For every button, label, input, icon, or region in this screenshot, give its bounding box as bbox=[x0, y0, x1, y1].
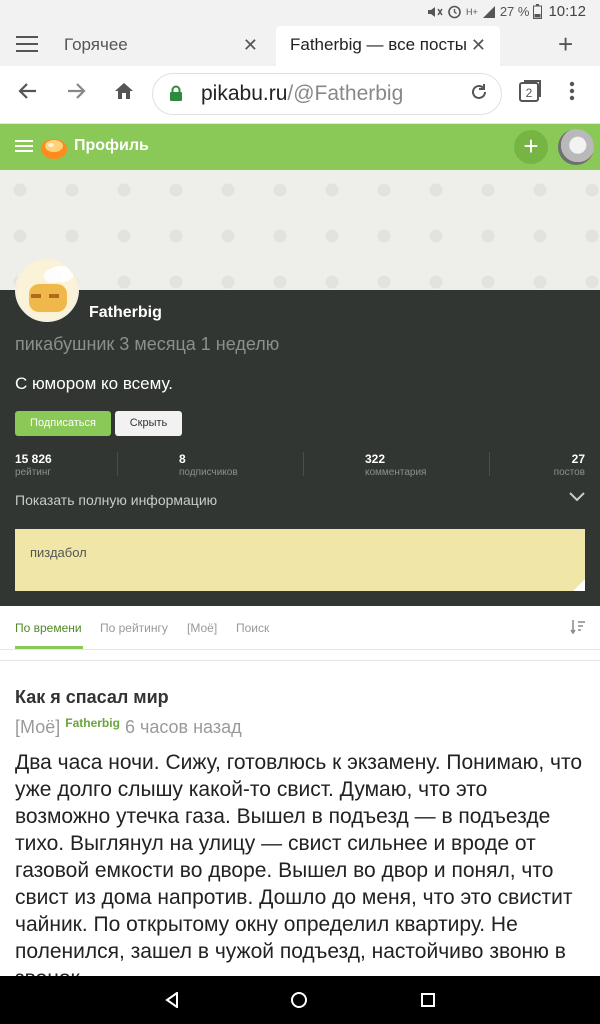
lock-icon bbox=[170, 85, 182, 101]
post-meta: [Моё] Fatherbig 6 часов назад bbox=[15, 716, 242, 738]
url-path: /@Fatherbig bbox=[287, 82, 404, 105]
alarm-icon bbox=[448, 5, 461, 19]
chevron-down-icon[interactable] bbox=[569, 492, 585, 502]
forward-arrow-icon[interactable] bbox=[62, 80, 90, 108]
site-header: Профиль + bbox=[0, 124, 600, 170]
active-sort-indicator bbox=[15, 646, 83, 649]
sort-bar: По времени По рейтингу [Моё] Поиск bbox=[0, 606, 600, 650]
stat-divider bbox=[489, 452, 490, 476]
stat-divider bbox=[117, 452, 118, 476]
sort-by-time[interactable]: По времени bbox=[15, 621, 82, 635]
hide-button[interactable]: Скрыть bbox=[115, 411, 182, 436]
browser-toolbar: pikabu.ru/@Fatherbig 2 bbox=[0, 66, 600, 124]
nav-recents-icon[interactable] bbox=[421, 993, 435, 1007]
close-icon[interactable]: ✕ bbox=[471, 26, 486, 64]
tab-strip: Горячее ✕ Fatherbig — все посты ✕ + bbox=[0, 24, 600, 66]
signal-icon bbox=[482, 5, 495, 18]
sort-search[interactable]: Поиск bbox=[236, 621, 269, 635]
pikabu-logo-icon[interactable] bbox=[40, 134, 68, 160]
overflow-menu-icon[interactable] bbox=[558, 80, 586, 108]
address-bar[interactable]: pikabu.ru/@Fatherbig bbox=[152, 73, 502, 115]
profile-since: пикабушник 3 месяца 1 неделю bbox=[15, 334, 280, 354]
reload-icon[interactable] bbox=[469, 82, 489, 108]
stat-comments: 322 комментария bbox=[365, 452, 426, 478]
status-bar: H+ 27 % 10:12 bbox=[0, 0, 600, 24]
header-title[interactable]: Профиль bbox=[74, 137, 149, 155]
post-tag-mine[interactable]: [Моё] bbox=[15, 717, 60, 737]
mute-icon bbox=[428, 6, 443, 17]
note-resize-corner bbox=[573, 579, 585, 591]
stat-value: 15 826 bbox=[15, 452, 52, 466]
stat-label: комментария bbox=[365, 467, 427, 478]
stat-subscribers: 8 подписчиков bbox=[179, 452, 238, 478]
stat-label: постов bbox=[553, 467, 585, 478]
battery-level: 27 % bbox=[499, 4, 530, 19]
user-note[interactable]: пиздабол bbox=[15, 529, 585, 591]
home-icon[interactable] bbox=[110, 80, 138, 108]
stat-value: 322 bbox=[365, 452, 386, 466]
sort-mine[interactable]: [Моё] bbox=[187, 621, 217, 635]
tab-switcher-menu-icon[interactable] bbox=[16, 36, 38, 54]
network-type: H+ bbox=[466, 6, 478, 17]
tab-profile[interactable]: Fatherbig — все посты ✕ bbox=[276, 26, 500, 66]
tab-hot[interactable]: Горячее ✕ bbox=[50, 26, 272, 66]
stat-value: 27 bbox=[571, 452, 585, 466]
tab-label: Fatherbig — все посты bbox=[290, 35, 467, 54]
post-title[interactable]: Как я спасал мир bbox=[15, 687, 169, 708]
screen: H+ 27 % 10:12 Горячее ✕ Fatherbig — все … bbox=[0, 0, 600, 1024]
user-avatar[interactable] bbox=[558, 129, 594, 165]
post-body: Два часа ночи. Сижу, готовлюсь к экзамен… bbox=[15, 751, 583, 976]
profile-cover bbox=[0, 170, 600, 290]
battery-icon bbox=[533, 4, 543, 19]
new-tab-icon[interactable]: + bbox=[558, 30, 573, 58]
stat-rating: 15 826 рейтинг bbox=[15, 452, 52, 478]
show-full-info-link[interactable]: Показать полную информацию bbox=[15, 492, 217, 508]
note-text: пиздабол bbox=[30, 545, 87, 560]
tab-label: Горячее bbox=[64, 35, 128, 54]
subscribe-button[interactable]: Подписаться bbox=[15, 411, 111, 436]
stat-posts: 27 постов bbox=[554, 452, 585, 478]
clock: 10:12 bbox=[548, 3, 586, 20]
nav-back-icon[interactable] bbox=[164, 992, 180, 1008]
nav-home-icon[interactable] bbox=[291, 992, 307, 1008]
back-arrow-icon[interactable] bbox=[14, 80, 42, 108]
post-feed: Как я спасал мир [Моё] Fatherbig 6 часов… bbox=[0, 660, 600, 976]
hamburger-menu-icon[interactable] bbox=[15, 140, 33, 154]
close-icon[interactable]: ✕ bbox=[243, 26, 258, 64]
system-nav-bar bbox=[0, 976, 600, 1024]
sort-by-rating[interactable]: По рейтингу bbox=[100, 621, 168, 635]
stat-label: рейтинг bbox=[15, 467, 52, 478]
tab-count: 2 bbox=[526, 86, 533, 100]
post-author[interactable]: Fatherbig bbox=[65, 716, 120, 730]
stat-value: 8 bbox=[179, 452, 186, 466]
stat-label: подписчиков bbox=[179, 467, 238, 478]
profile-card: Fatherbig пикабушник 3 месяца 1 неделю С… bbox=[0, 258, 600, 606]
tab-count-button[interactable]: 2 bbox=[516, 80, 544, 108]
add-post-button[interactable]: + bbox=[514, 130, 548, 164]
post-time: 6 часов назад bbox=[124, 717, 242, 737]
profile-bio: С юмором ко всему. bbox=[15, 374, 174, 393]
url-host: pikabu.ru bbox=[201, 82, 288, 105]
stat-divider bbox=[303, 452, 304, 476]
url-text: pikabu.ru/@Fatherbig bbox=[201, 82, 403, 106]
sort-order-icon[interactable] bbox=[570, 619, 586, 635]
profile-avatar bbox=[15, 258, 79, 322]
profile-username: Fatherbig bbox=[89, 304, 162, 321]
